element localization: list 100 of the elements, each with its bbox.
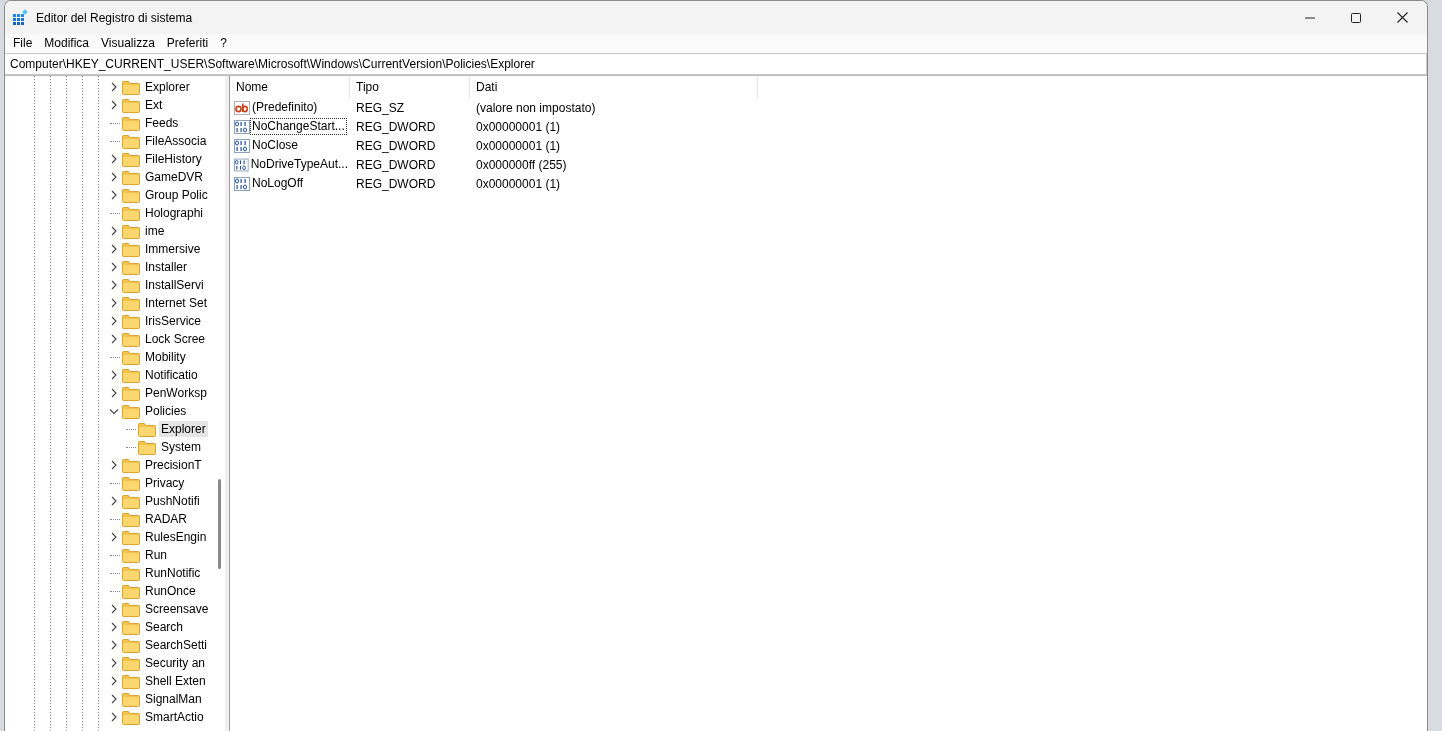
folder-icon — [122, 565, 140, 581]
tree-item[interactable]: RulesEngin — [143, 529, 209, 545]
chevron-right-icon[interactable] — [109, 334, 119, 344]
tree-item[interactable]: IrisService — [143, 313, 203, 329]
binary-value-icon — [234, 118, 250, 135]
close-icon[interactable] — [1396, 12, 1408, 23]
chevron-right-icon[interactable] — [109, 694, 119, 704]
tree-item[interactable]: SmartActio — [143, 709, 206, 725]
folder-icon — [122, 493, 140, 509]
chevron-right-icon[interactable] — [109, 226, 119, 236]
registry-icon — [12, 9, 28, 26]
folder-icon — [122, 709, 140, 725]
chevron-right-icon[interactable] — [109, 388, 119, 398]
chevron-right-icon[interactable] — [109, 370, 119, 380]
tree-item[interactable]: Group Polic — [143, 187, 210, 203]
tree-item[interactable]: System — [159, 439, 203, 455]
value-name[interactable]: (Predefinito) — [250, 99, 320, 116]
tree-item[interactable]: Search — [143, 619, 186, 635]
value-data: 0x00000001 (1) — [475, 118, 561, 136]
chevron-right-icon[interactable] — [109, 154, 119, 164]
folder-icon — [122, 511, 140, 527]
tree-item[interactable]: Screensave — [143, 601, 211, 617]
tree-item[interactable]: Notificatio — [143, 367, 200, 383]
folder-icon — [122, 331, 140, 347]
column-header[interactable]: Dati — [470, 76, 758, 98]
menu-item[interactable]: Preferiti — [160, 35, 215, 51]
chevron-right-icon[interactable] — [109, 316, 119, 326]
tree-item[interactable]: Lock Scree — [143, 331, 208, 347]
chevron-right-icon[interactable] — [109, 712, 119, 722]
maximize-icon[interactable] — [1351, 12, 1361, 23]
value-type: REG_DWORD — [355, 118, 437, 136]
column-header[interactable]: Tipo — [350, 76, 470, 98]
address-field[interactable]: Computer\HKEY_CURRENT_USER\Software\Microsoft\Windows\CurrentVersion\Policies\Explorer — [5, 53, 1427, 75]
chevron-right-icon[interactable] — [109, 82, 119, 92]
tree-item[interactable]: PrecisionT — [143, 457, 204, 473]
tree-item[interactable]: SearchSetti — [143, 637, 210, 653]
tree-item[interactable]: FileHistory — [143, 151, 204, 167]
folder-icon — [122, 313, 140, 329]
chevron-down-icon[interactable] — [109, 406, 119, 416]
tree-item[interactable]: Feeds — [143, 115, 181, 131]
tree-item[interactable]: Shell Exten — [143, 673, 208, 689]
tree-item[interactable]: Mobility — [143, 349, 188, 365]
chevron-right-icon[interactable] — [109, 298, 119, 308]
folder-icon — [122, 637, 140, 653]
folder-icon — [122, 601, 140, 617]
chevron-right-icon[interactable] — [109, 460, 119, 470]
chevron-right-icon[interactable] — [109, 190, 119, 200]
menu-item[interactable]: Visualizza — [95, 35, 161, 51]
tree-item[interactable]: Explorer — [159, 421, 208, 437]
folder-icon — [122, 295, 140, 311]
folder-icon — [122, 583, 140, 599]
chevron-right-icon[interactable] — [109, 262, 119, 272]
chevron-right-icon[interactable] — [109, 100, 119, 110]
menu-item[interactable]: ? — [214, 35, 233, 51]
tree-item[interactable]: SignalMan — [143, 691, 204, 707]
chevron-right-icon[interactable] — [109, 532, 119, 542]
menu-item[interactable]: Modifica — [38, 35, 96, 51]
tree-item[interactable]: Installer — [143, 259, 190, 275]
tree-item[interactable]: Ext — [143, 97, 165, 113]
tree-item[interactable]: Internet Set — [143, 295, 210, 311]
folder-icon — [122, 529, 140, 545]
scrollbar-thumb[interactable] — [217, 479, 221, 569]
chevron-right-icon[interactable] — [109, 496, 119, 506]
column-header[interactable]: Nome — [230, 76, 350, 98]
folder-icon — [122, 457, 140, 473]
tree-item[interactable]: ime — [143, 223, 167, 239]
chevron-right-icon[interactable] — [109, 676, 119, 686]
tree-item[interactable]: Explorer — [143, 79, 192, 95]
tree-item[interactable]: RunOnce — [143, 583, 198, 599]
tree-item[interactable]: PushNotifi — [143, 493, 202, 509]
folder-icon — [122, 151, 140, 167]
chevron-right-icon[interactable] — [109, 604, 119, 614]
chevron-right-icon[interactable] — [109, 280, 119, 290]
chevron-right-icon[interactable] — [109, 622, 119, 632]
tree-item[interactable]: Immersive — [143, 241, 203, 257]
chevron-right-icon[interactable] — [109, 244, 119, 254]
menu-item[interactable]: File — [7, 35, 39, 51]
folder-icon — [122, 673, 140, 689]
value-name[interactable]: NoChangeStart... — [250, 118, 347, 135]
chevron-right-icon[interactable] — [109, 658, 119, 668]
tree-item[interactable]: Policies — [143, 403, 189, 419]
tree-item[interactable]: FileAssocia — [143, 133, 209, 149]
value-name[interactable]: NoLogOff — [250, 175, 306, 192]
folder-icon — [122, 97, 140, 113]
value-name[interactable]: NoDriveTypeAut... — [248, 156, 350, 173]
tree-item[interactable]: Run — [143, 547, 169, 563]
chevron-right-icon[interactable] — [109, 172, 119, 182]
folder-icon — [122, 223, 140, 239]
tree-item[interactable]: PenWorksp — [143, 385, 209, 401]
tree-item[interactable]: InstallServi — [143, 277, 206, 293]
chevron-right-icon[interactable] — [109, 640, 119, 650]
tree-item[interactable]: RunNotific — [143, 565, 203, 581]
tree-item[interactable]: Security an — [143, 655, 208, 671]
folder-icon — [122, 367, 140, 383]
tree-item[interactable]: GameDVR — [143, 169, 205, 185]
value-name[interactable]: NoClose — [250, 137, 301, 154]
tree-item[interactable]: Holographi — [143, 205, 206, 221]
tree-item[interactable]: RADAR — [143, 511, 189, 527]
folder-icon — [122, 187, 140, 203]
tree-item[interactable]: Privacy — [143, 475, 187, 491]
